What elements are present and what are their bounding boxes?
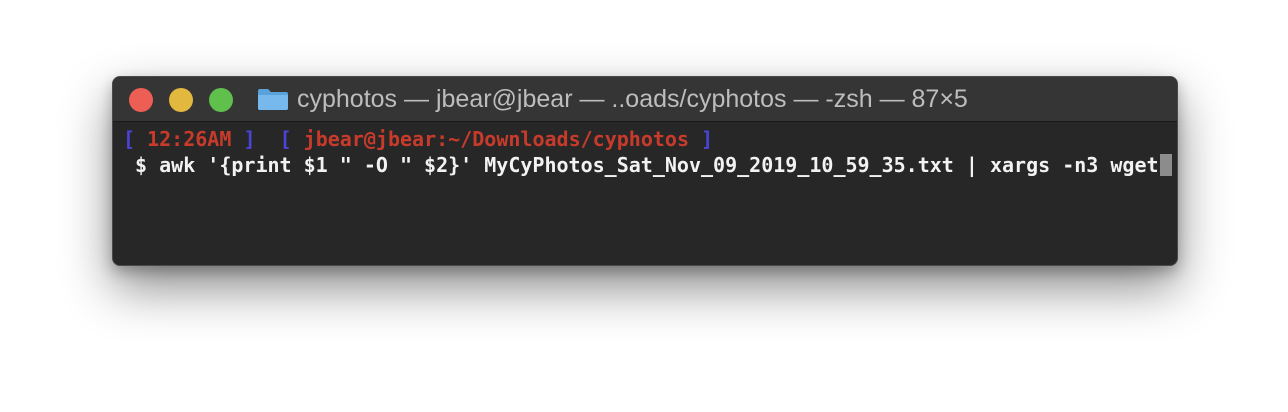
text-cursor <box>1159 154 1172 176</box>
prompt-user-path: jbear@jbear:~/Downloads/cyphotos <box>303 127 689 151</box>
terminal-window: cyphotos — jbear@jbear — ..oads/cyphotos… <box>112 76 1178 266</box>
terminal-content[interactable]: [ 12:26AM ] [ jbear@jbear:~/Downloads/cy… <box>113 122 1177 265</box>
prompt-bracket-close: ] <box>701 127 714 151</box>
prompt-bracket-close: ] <box>243 127 256 151</box>
maximize-button[interactable] <box>209 88 233 112</box>
command-text[interactable]: awk '{print $1 " -O " $2}' MyCyPhotos_Sa… <box>159 153 1158 177</box>
prompt-symbol: $ <box>135 153 148 177</box>
minimize-button[interactable] <box>169 88 193 112</box>
folder-icon <box>258 89 288 110</box>
prompt-time: 12:26AM <box>147 127 232 151</box>
title-bar[interactable]: cyphotos — jbear@jbear — ..oads/cyphotos… <box>113 77 1177 122</box>
prompt-bracket-open: [ <box>123 127 136 151</box>
window-title: cyphotos — jbear@jbear — ..oads/cyphotos… <box>257 77 968 121</box>
prompt-bracket-open: [ <box>279 127 292 151</box>
close-button[interactable] <box>129 88 153 112</box>
window-title-text: cyphotos — jbear@jbear — ..oads/cyphotos… <box>297 84 968 113</box>
prompt-line: [ 12:26AM ] [ jbear@jbear:~/Downloads/cy… <box>123 126 713 152</box>
command-line[interactable]: $ awk '{print $1 " -O " $2}' MyCyPhotos_… <box>123 152 1172 178</box>
